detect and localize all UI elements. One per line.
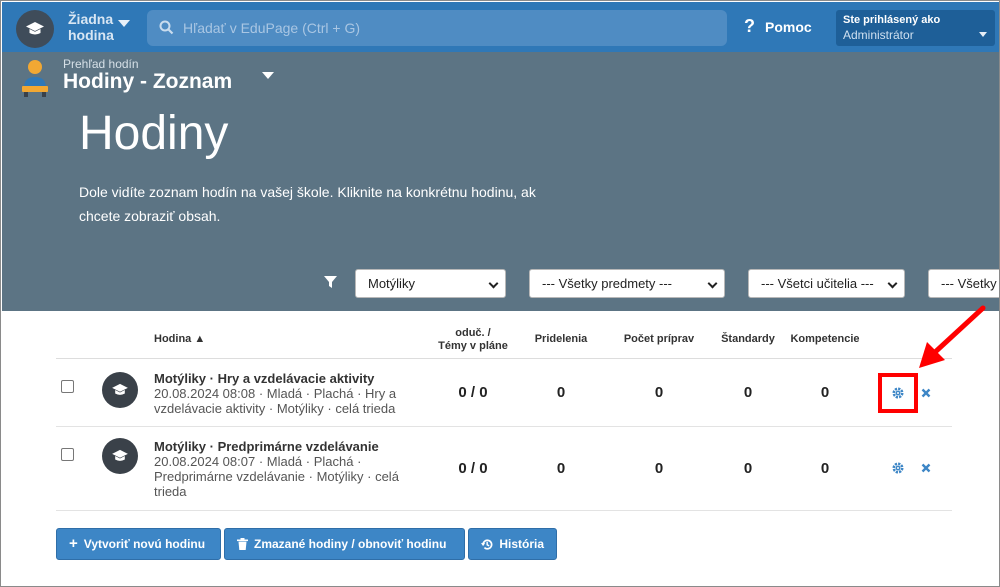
- column-header-oduc[interactable]: oduč. / Témy v pláne: [428, 327, 518, 353]
- lesson-name[interactable]: Motýliky · Hry a vzdelávacie aktivity: [154, 371, 374, 386]
- row-checkbox[interactable]: [61, 380, 74, 393]
- column-header-kompetencie[interactable]: Kompetencie: [786, 333, 864, 345]
- lesson-details: 20.08.2024 08:07 · Mladá · Plachá · Pred…: [154, 454, 399, 499]
- create-lesson-button[interactable]: + Vytvoriť novú hodinu: [56, 528, 221, 560]
- graduation-cap-icon: [112, 383, 128, 395]
- help-button[interactable]: ? Pomoc: [744, 16, 812, 37]
- fourth-filter-select[interactable]: --- Všetky: [928, 269, 999, 298]
- kompetencie-value: 0: [820, 384, 830, 401]
- breadcrumb-parent[interactable]: Prehľad hodín: [63, 57, 139, 71]
- lesson-details: 20.08.2024 08:08 · Mladá · Plachá · Hry …: [154, 386, 397, 416]
- close-icon[interactable]: [921, 463, 931, 473]
- table-row[interactable]: Motýliky · Predprimárne vzdelávanie 20.0…: [56, 427, 952, 511]
- standardy-value: 0: [743, 460, 753, 477]
- annotation-arrow-icon: [919, 305, 986, 368]
- table-header: Hodina ▲ oduč. / Témy v pláne Pridelenia…: [56, 319, 952, 359]
- chevron-down-icon: [488, 278, 499, 289]
- question-mark-icon: ?: [744, 16, 755, 36]
- column-header-hodina[interactable]: Hodina ▲: [154, 333, 205, 345]
- deleted-lessons-button[interactable]: Zmazané hodiny / obnoviť hodinu: [224, 528, 465, 560]
- oduc-value: 0 / 0: [458, 384, 488, 401]
- top-bar: Žiadna hodina ? Pomoc Ste prihlásený ako…: [2, 2, 999, 52]
- chevron-down-icon: [707, 278, 718, 289]
- column-header-oduc-line1: oduč. /: [455, 327, 491, 339]
- filter-icon: [324, 276, 337, 288]
- lesson-name[interactable]: Motýliky · Predprimárne vzdelávanie: [154, 439, 379, 454]
- column-header-standardy[interactable]: Štandardy: [711, 333, 785, 345]
- pocet-value: 0: [654, 460, 664, 477]
- gear-icon[interactable]: [892, 462, 904, 474]
- create-lesson-label: Vytvoriť novú hodinu: [83, 537, 206, 551]
- search-box: [147, 10, 727, 46]
- column-header-pocet[interactable]: Počet príprav: [614, 333, 704, 345]
- lesson-selector[interactable]: Žiadna hodina: [68, 11, 114, 43]
- graduation-cap-icon: [26, 22, 44, 35]
- class-filter-select[interactable]: Motýliky: [355, 269, 506, 298]
- history-button[interactable]: História: [468, 528, 557, 560]
- subject-filter-select[interactable]: --- Všetky predmety ---: [529, 269, 725, 298]
- standardy-value: 0: [743, 384, 753, 401]
- history-label: História: [499, 537, 544, 551]
- column-header-oduc-line2: Témy v pláne: [438, 340, 508, 352]
- lesson-selector-line1: Žiadna: [68, 11, 114, 27]
- teacher-filter-value: --- Všetci učitelia ---: [761, 276, 874, 291]
- lesson-selector-line2: hodina: [68, 27, 114, 43]
- column-header-pridelenia[interactable]: Pridelenia: [526, 333, 596, 345]
- history-icon: [481, 538, 493, 550]
- subject-filter-value: --- Všetky predmety ---: [542, 276, 673, 291]
- highlight-box: [878, 373, 918, 413]
- search-input[interactable]: [183, 10, 713, 46]
- row-checkbox[interactable]: [61, 448, 74, 461]
- kompetencie-value: 0: [820, 460, 830, 477]
- class-filter-value: Motýliky: [368, 276, 415, 291]
- caret-down-icon: [979, 32, 987, 37]
- close-icon[interactable]: [921, 388, 931, 398]
- pridelenia-value: 0: [556, 384, 566, 401]
- lesson-avatar: [102, 438, 138, 474]
- plus-icon: +: [69, 535, 78, 552]
- graduation-cap-icon: [112, 449, 128, 461]
- fourth-filter-value: --- Všetky: [941, 276, 997, 291]
- help-label: Pomoc: [765, 18, 812, 35]
- table-row[interactable]: Motýliky · Hry a vzdelávacie aktivity 20…: [56, 359, 952, 427]
- edupage-logo-button[interactable]: [16, 10, 54, 48]
- pridelenia-value: 0: [556, 460, 566, 477]
- deleted-lessons-label: Zmazané hodiny / obnoviť hodinu: [254, 537, 447, 551]
- search-icon: [159, 20, 174, 35]
- page-description: Dole vidíte zoznam hodín na vašej škole.…: [79, 184, 536, 224]
- user-menu[interactable]: Ste prihlásený ako Administrátor: [836, 10, 995, 46]
- teacher-icon: [22, 60, 48, 97]
- chevron-down-icon: [887, 278, 898, 289]
- caret-down-icon[interactable]: [118, 20, 130, 27]
- pocet-value: 0: [654, 384, 664, 401]
- page-title: Hodiny: [79, 107, 229, 160]
- page-frame: Žiadna hodina ? Pomoc Ste prihlásený ako…: [0, 0, 1000, 587]
- user-role: Administrátor: [843, 28, 914, 42]
- breadcrumb-title[interactable]: Hodiny - Zoznam: [63, 70, 232, 94]
- user-login-label: Ste prihlásený ako: [843, 14, 941, 26]
- oduc-value: 0 / 0: [458, 460, 488, 477]
- caret-down-icon[interactable]: [262, 72, 274, 79]
- page-header: Prehľad hodín Hodiny - Zoznam Hodiny Dol…: [2, 52, 999, 311]
- teacher-filter-select[interactable]: --- Všetci učitelia ---: [748, 269, 905, 298]
- trash-icon: [237, 538, 248, 550]
- lesson-avatar: [102, 372, 138, 408]
